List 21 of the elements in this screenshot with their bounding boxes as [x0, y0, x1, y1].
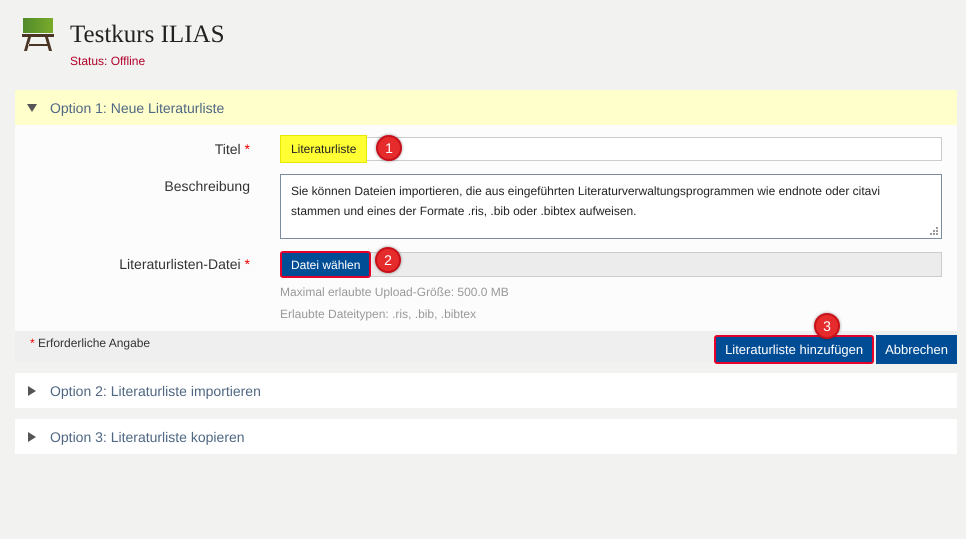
description-textarea[interactable]: Sie können Dateien importieren, die aus eingeführten Literaturverwaltungsprogrammen wie endnote oder citavi stammen und eines der Formate .ris, .bib oder .bibtex aufweisen. — [280, 174, 942, 239]
required-note: * Erforderliche Angabe — [30, 336, 150, 350]
add-button[interactable]: Literaturliste hinzufügen — [714, 335, 874, 364]
collapsed-triangle-icon — [27, 386, 37, 396]
hint-text: Erlaubte Dateitypen: .ris, .bib, .bibtex — [280, 307, 478, 321]
easel-icon — [22, 18, 54, 51]
resize-grip-icon[interactable] — [930, 227, 938, 235]
collapsed-triangle-icon — [27, 432, 37, 442]
status-text: Status: Offline — [70, 54, 146, 68]
field-label: Literaturlisten-Datei * — [118, 255, 250, 272]
choose-file-button[interactable]: Datei wählen — [280, 251, 372, 278]
cancel-button[interactable]: Abbrechen — [876, 335, 957, 364]
title-input[interactable]: Literaturliste 1 — [280, 137, 942, 161]
field-label: Titel * — [214, 140, 250, 157]
expanded-triangle-icon — [27, 102, 37, 112]
callout-number: 2 — [375, 247, 401, 273]
course-title: Testkurs ILIAS — [70, 20, 224, 50]
section-header[interactable]: Option 1: Neue Literaturliste — [15, 90, 957, 125]
hint-text: Maximal erlaubte Upload-Größe: 500.0 MB — [280, 285, 510, 299]
field-label: Beschreibung — [163, 177, 250, 194]
callout-number: 1 — [376, 135, 402, 161]
